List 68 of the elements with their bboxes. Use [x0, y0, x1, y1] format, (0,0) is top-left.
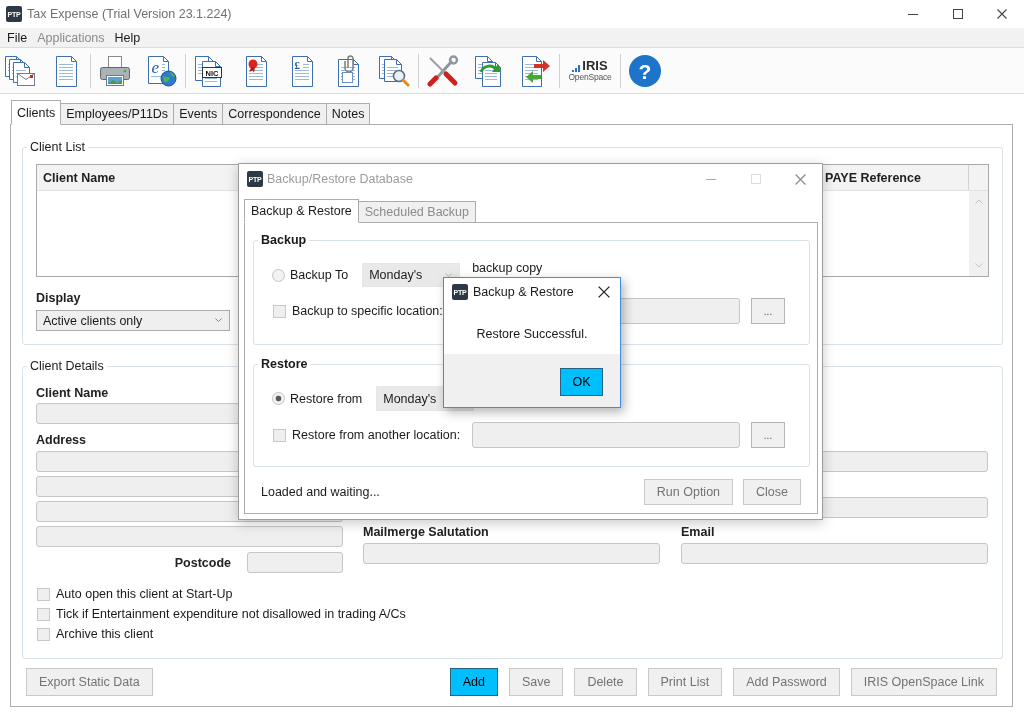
suffix-text: backup copy [472, 262, 543, 275]
window-title: Tax Expense (Trial Version 23.1.224) [27, 7, 232, 21]
input-field[interactable] [36, 526, 343, 547]
checkbox[interactable] [37, 607, 50, 621]
checkbox[interactable] [37, 627, 50, 641]
column-header: PAYE Reference [825, 169, 922, 187]
radio-button[interactable] [272, 392, 285, 405]
dropdown[interactable]: Monday's [362, 263, 461, 287]
tab[interactable]: Events [173, 103, 224, 124]
menu-item[interactable]: File [2, 30, 33, 45]
radio-button[interactable] [272, 268, 285, 282]
field-label: Address [36, 433, 87, 447]
column-header: Client Name [42, 169, 117, 187]
close-icon[interactable] [598, 286, 610, 298]
scrollbar[interactable] [969, 191, 988, 276]
input-field[interactable] [681, 543, 988, 564]
group-title: Client List [29, 139, 86, 155]
input-field[interactable] [472, 422, 740, 448]
checkbox[interactable] [273, 428, 286, 442]
checkbox[interactable] [37, 587, 50, 601]
field-label: Postcode [174, 555, 231, 570]
radio-label: Restore from [290, 391, 363, 406]
checkbox-label: Archive this client [56, 627, 154, 641]
chevron-down-icon[interactable] [215, 318, 222, 323]
chevron-down-icon[interactable] [445, 272, 453, 278]
tab[interactable]: Employees/P11Ds [60, 103, 175, 124]
wrench-screwdriver-icon[interactable] [427, 54, 459, 87]
checkbox-label: Backup to specific location: [292, 304, 443, 318]
field-label: Email [681, 525, 715, 539]
close-icon[interactable] [997, 9, 1007, 19]
bars-icon [572, 64, 581, 72]
menu-item[interactable]: Help [109, 30, 146, 45]
input-field[interactable] [247, 552, 343, 573]
field-label: Display [36, 291, 81, 305]
chevron-down-icon[interactable] [974, 263, 983, 268]
dialog-title: Backup/Restore Database [267, 172, 413, 186]
tab[interactable]: Notes [325, 103, 371, 124]
printer-icon[interactable] [99, 54, 131, 87]
help-icon[interactable]: ? [629, 54, 661, 87]
documents-magnifier-icon[interactable] [378, 54, 410, 87]
group-title: Client Details [29, 358, 105, 374]
browse-button[interactable]: ... [751, 298, 785, 324]
maximize-icon[interactable] [952, 9, 963, 19]
logo-button[interactable]: IRIS OpenSpace [564, 50, 616, 91]
checkbox-label: Tick if Entertainment expenditure not disallowed in trading A/Cs [56, 607, 406, 621]
group-title: Backup [260, 232, 308, 248]
chevron-up-icon[interactable] [974, 199, 983, 204]
dropdown[interactable]: Active clients only [36, 310, 230, 331]
tab[interactable]: Backup & Restore [244, 199, 359, 223]
ok-button[interactable]: OK [560, 368, 603, 396]
checkbox[interactable] [273, 304, 286, 318]
documents-envelope-icon[interactable] [4, 54, 36, 87]
browse-button[interactable]: ... [751, 422, 785, 448]
tab[interactable]: Correspondence [222, 103, 327, 124]
document-arrows-icon[interactable] [519, 54, 551, 87]
group-title: Restore [260, 356, 309, 372]
status-text: Loaded and waiting... [261, 485, 380, 499]
input-field[interactable] [363, 543, 660, 564]
dialog-title: Backup & Restore [473, 285, 574, 299]
checkbox-label: Restore from another location: [292, 428, 461, 442]
action-button[interactable]: Add [449, 668, 498, 696]
field-label: Mailmerge Salutation [363, 525, 489, 539]
radio-label: Backup To [290, 268, 349, 282]
field-label: Client Name [36, 386, 109, 400]
minimize-icon[interactable] [907, 13, 918, 15]
message-text: Restore Successful. [476, 327, 588, 341]
tab[interactable]: Clients [11, 100, 62, 125]
checkbox-label: Auto open this client at Start-Up [56, 587, 233, 601]
